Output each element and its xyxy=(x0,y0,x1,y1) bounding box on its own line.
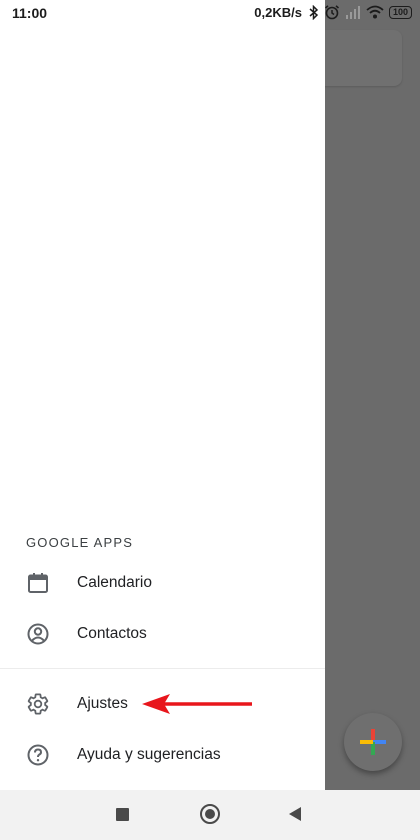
drawer-divider xyxy=(0,668,325,669)
wifi-icon xyxy=(366,5,384,19)
settings-gear-icon xyxy=(26,692,50,716)
plus-icon xyxy=(360,729,386,755)
network-speed: 0,2KB/s xyxy=(254,4,302,20)
drawer-item-ayuda[interactable]: Ayuda y sugerencias xyxy=(0,730,325,780)
status-bar: 11:00 0,2KB/s 100 xyxy=(0,0,420,28)
account-circle-icon xyxy=(26,622,50,646)
home-icon[interactable] xyxy=(200,804,220,824)
drawer-item-label: Ajustes xyxy=(77,695,128,712)
drawer-item-label: Calendario xyxy=(77,574,152,591)
google-apps-header: GOOGLE APPS xyxy=(26,535,134,550)
bluetooth-icon xyxy=(309,4,319,20)
status-time: 11:00 xyxy=(12,5,48,21)
calendar-icon xyxy=(26,571,50,595)
drawer-item-calendario[interactable]: Calendario xyxy=(0,558,325,608)
navigation-drawer: GOOGLE APPS Calendario Contactos Ajustes… xyxy=(0,0,325,790)
drawer-item-contactos[interactable]: Contactos xyxy=(0,609,325,659)
drawer-item-label: Ayuda y sugerencias xyxy=(77,746,221,763)
system-nav-bar xyxy=(0,790,420,840)
screen: 11:00 0,2KB/s 100 GOOGLE APPS Calendario… xyxy=(0,0,420,840)
new-note-fab[interactable] xyxy=(344,713,402,771)
battery-icon: 100 xyxy=(388,5,412,19)
drawer-item-label: Contactos xyxy=(77,625,147,642)
alarm-icon xyxy=(324,5,339,20)
red-arrow-annotation xyxy=(142,694,252,714)
status-icons: 0,2KB/s 100 xyxy=(254,4,412,20)
help-icon xyxy=(26,743,50,767)
back-icon[interactable] xyxy=(289,807,301,821)
recents-icon[interactable] xyxy=(116,808,129,821)
signal-icon xyxy=(345,6,360,19)
